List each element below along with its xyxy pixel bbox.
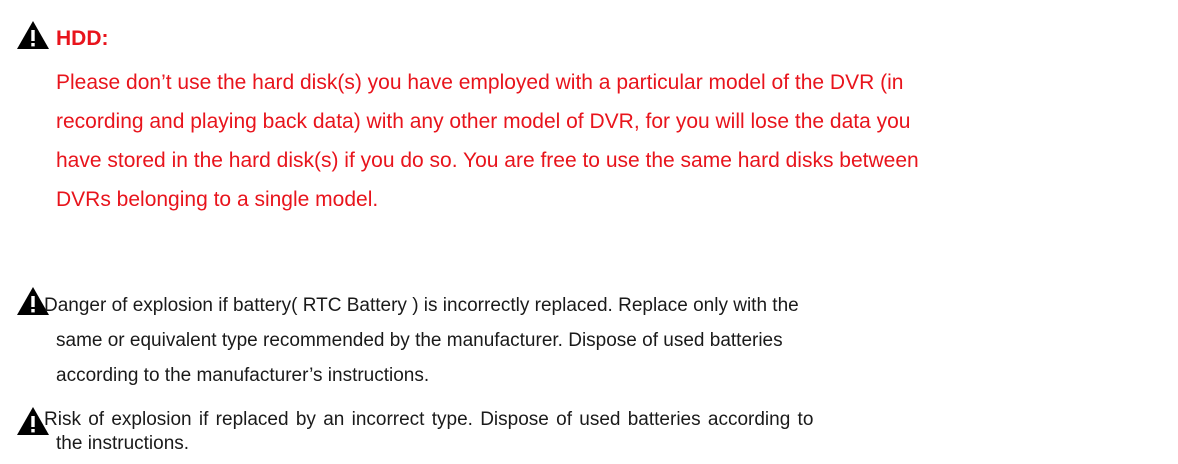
text-line: have stored in the hard disk(s) if you d… <box>56 149 919 172</box>
text-line: according to the manufacturer’s instruct… <box>56 365 430 386</box>
warning-triangle-icon <box>16 20 50 50</box>
text-line: the instructions. <box>56 433 190 454</box>
hdd-warning-text: Please don’t use the hard disk(s) you ha… <box>56 63 1166 219</box>
text-line: same or equivalent type recommended by t… <box>56 330 783 351</box>
text-line: recording and playing back data) with an… <box>56 110 911 133</box>
hdd-title: HDD: <box>56 27 109 50</box>
replacement-warning-text: Risk of explosion if replaced by an inco… <box>44 408 1166 456</box>
text-line: Risk of explosion if replaced by an inco… <box>44 409 814 430</box>
text-line: DVRs belonging to a single model. <box>56 188 379 211</box>
battery-warning-text: Danger of explosion if battery( RTC Batt… <box>44 288 1166 393</box>
text-line: Danger of explosion if battery( RTC Batt… <box>44 295 799 316</box>
text-line: Please don’t use the hard disk(s) you ha… <box>56 71 904 94</box>
